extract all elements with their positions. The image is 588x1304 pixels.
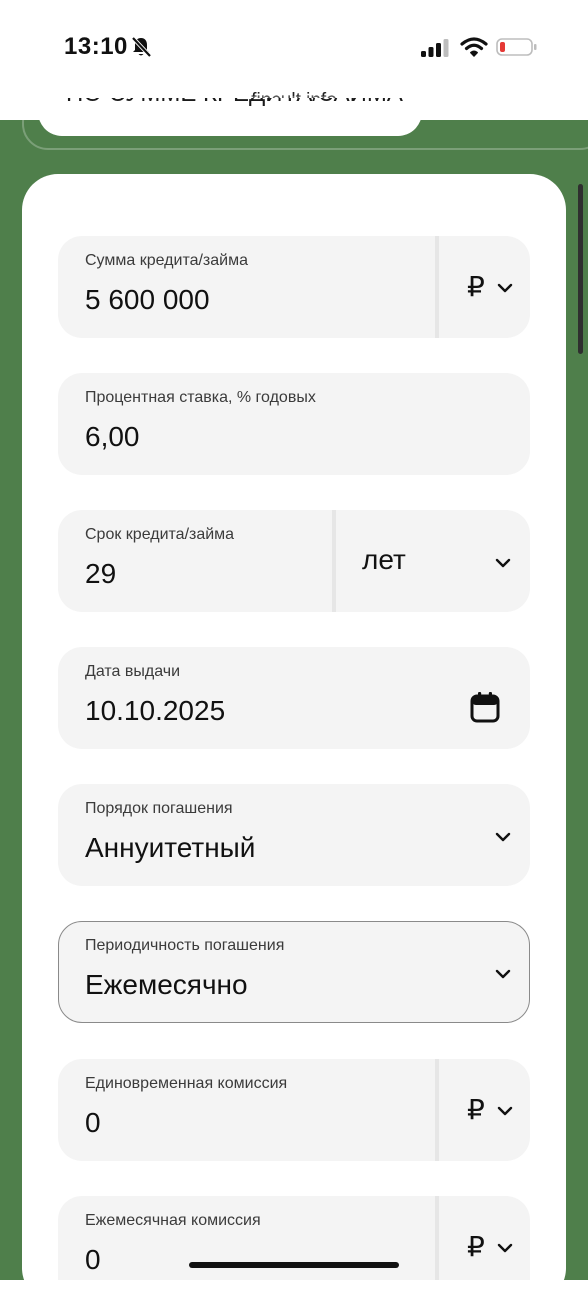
one-time-fee-label: Единовременная комиссия [85, 1075, 288, 1092]
repayment-frequency-value: Ежемесячно [85, 969, 248, 1000]
loan-amount-label: Сумма кредита/займа [85, 252, 248, 269]
issue-date-field[interactable]: Дата выдачи 10.10.2025 [58, 647, 530, 749]
repayment-order-select[interactable]: Порядок погашения Аннуитетный [58, 784, 530, 886]
tab-label: ПО СУММЕ КРЕДИТА/ЗАЙМА [66, 98, 403, 108]
monthly-fee-unit-select[interactable]: ₽ [439, 1196, 530, 1280]
calendar-icon[interactable] [470, 691, 500, 723]
bell-slash-icon [131, 36, 152, 58]
clock-time: 13:10 [64, 33, 128, 60]
tab-by-loan-amount[interactable]: ПО СУММЕ КРЕДИТА/ЗАЙМА [38, 98, 422, 136]
chevron-down-icon [495, 558, 511, 568]
chevron-down-icon [497, 283, 513, 293]
battery-low-icon [496, 38, 537, 56]
repayment-order-label: Порядок погашения [85, 800, 233, 817]
loan-amount-field[interactable]: Сумма кредита/займа 5 600 000 ₽ [58, 236, 530, 338]
currency-symbol: ₽ [467, 271, 485, 302]
status-bar: 13:10 [0, 0, 588, 82]
chevron-down-icon [497, 1106, 513, 1116]
loan-term-unit-select[interactable]: лет [336, 510, 530, 612]
one-time-fee-field[interactable]: Единовременная комиссия 0 ₽ [58, 1059, 530, 1161]
loan-term-label: Срок кредита/займа [85, 526, 235, 543]
repayment-frequency-select[interactable]: Периодичность погашения Ежемесячно [58, 921, 530, 1023]
currency-symbol: ₽ [467, 1231, 485, 1262]
signal-icon [421, 39, 449, 57]
repayment-order-value: Аннуитетный [85, 832, 256, 863]
currency-symbol: ₽ [467, 1094, 485, 1125]
loan-amount-value: 5 600 000 [85, 284, 210, 315]
home-indicator[interactable] [189, 1262, 399, 1268]
interest-rate-field[interactable]: Процентная ставка, % годовых 6,00 [58, 373, 530, 475]
issue-date-value: 10.10.2025 [85, 695, 226, 726]
scrollbar[interactable] [578, 184, 583, 354]
chevron-down-icon [495, 832, 511, 842]
interest-rate-value: 6,00 [85, 421, 140, 452]
tab-next[interactable]: ПО СУММЕ [454, 98, 584, 112]
repayment-frequency-label: Периодичность погашения [85, 937, 285, 954]
monthly-fee-value: 0 [85, 1244, 101, 1275]
one-time-fee-unit-select[interactable]: ₽ [439, 1059, 530, 1161]
wifi-icon [460, 37, 488, 57]
loan-amount-currency-select[interactable]: ₽ [439, 236, 530, 338]
interest-rate-label: Процентная ставка, % годовых [85, 389, 316, 406]
loan-term-field[interactable]: Срок кредита/займа 29 лет [58, 510, 530, 612]
monthly-fee-label: Ежемесячная комиссия [85, 1212, 261, 1229]
loan-term-value: 29 [85, 558, 117, 589]
one-time-fee-value: 0 [85, 1107, 101, 1138]
chevron-down-icon [495, 969, 511, 979]
issue-date-label: Дата выдачи [85, 663, 181, 680]
term-unit: лет [362, 544, 406, 575]
calculation-mode-tabs: ПО СУММЕ КРЕДИТА/ЗАЙМА ПО СУММЕ [22, 96, 588, 150]
chevron-down-icon [497, 1243, 513, 1253]
